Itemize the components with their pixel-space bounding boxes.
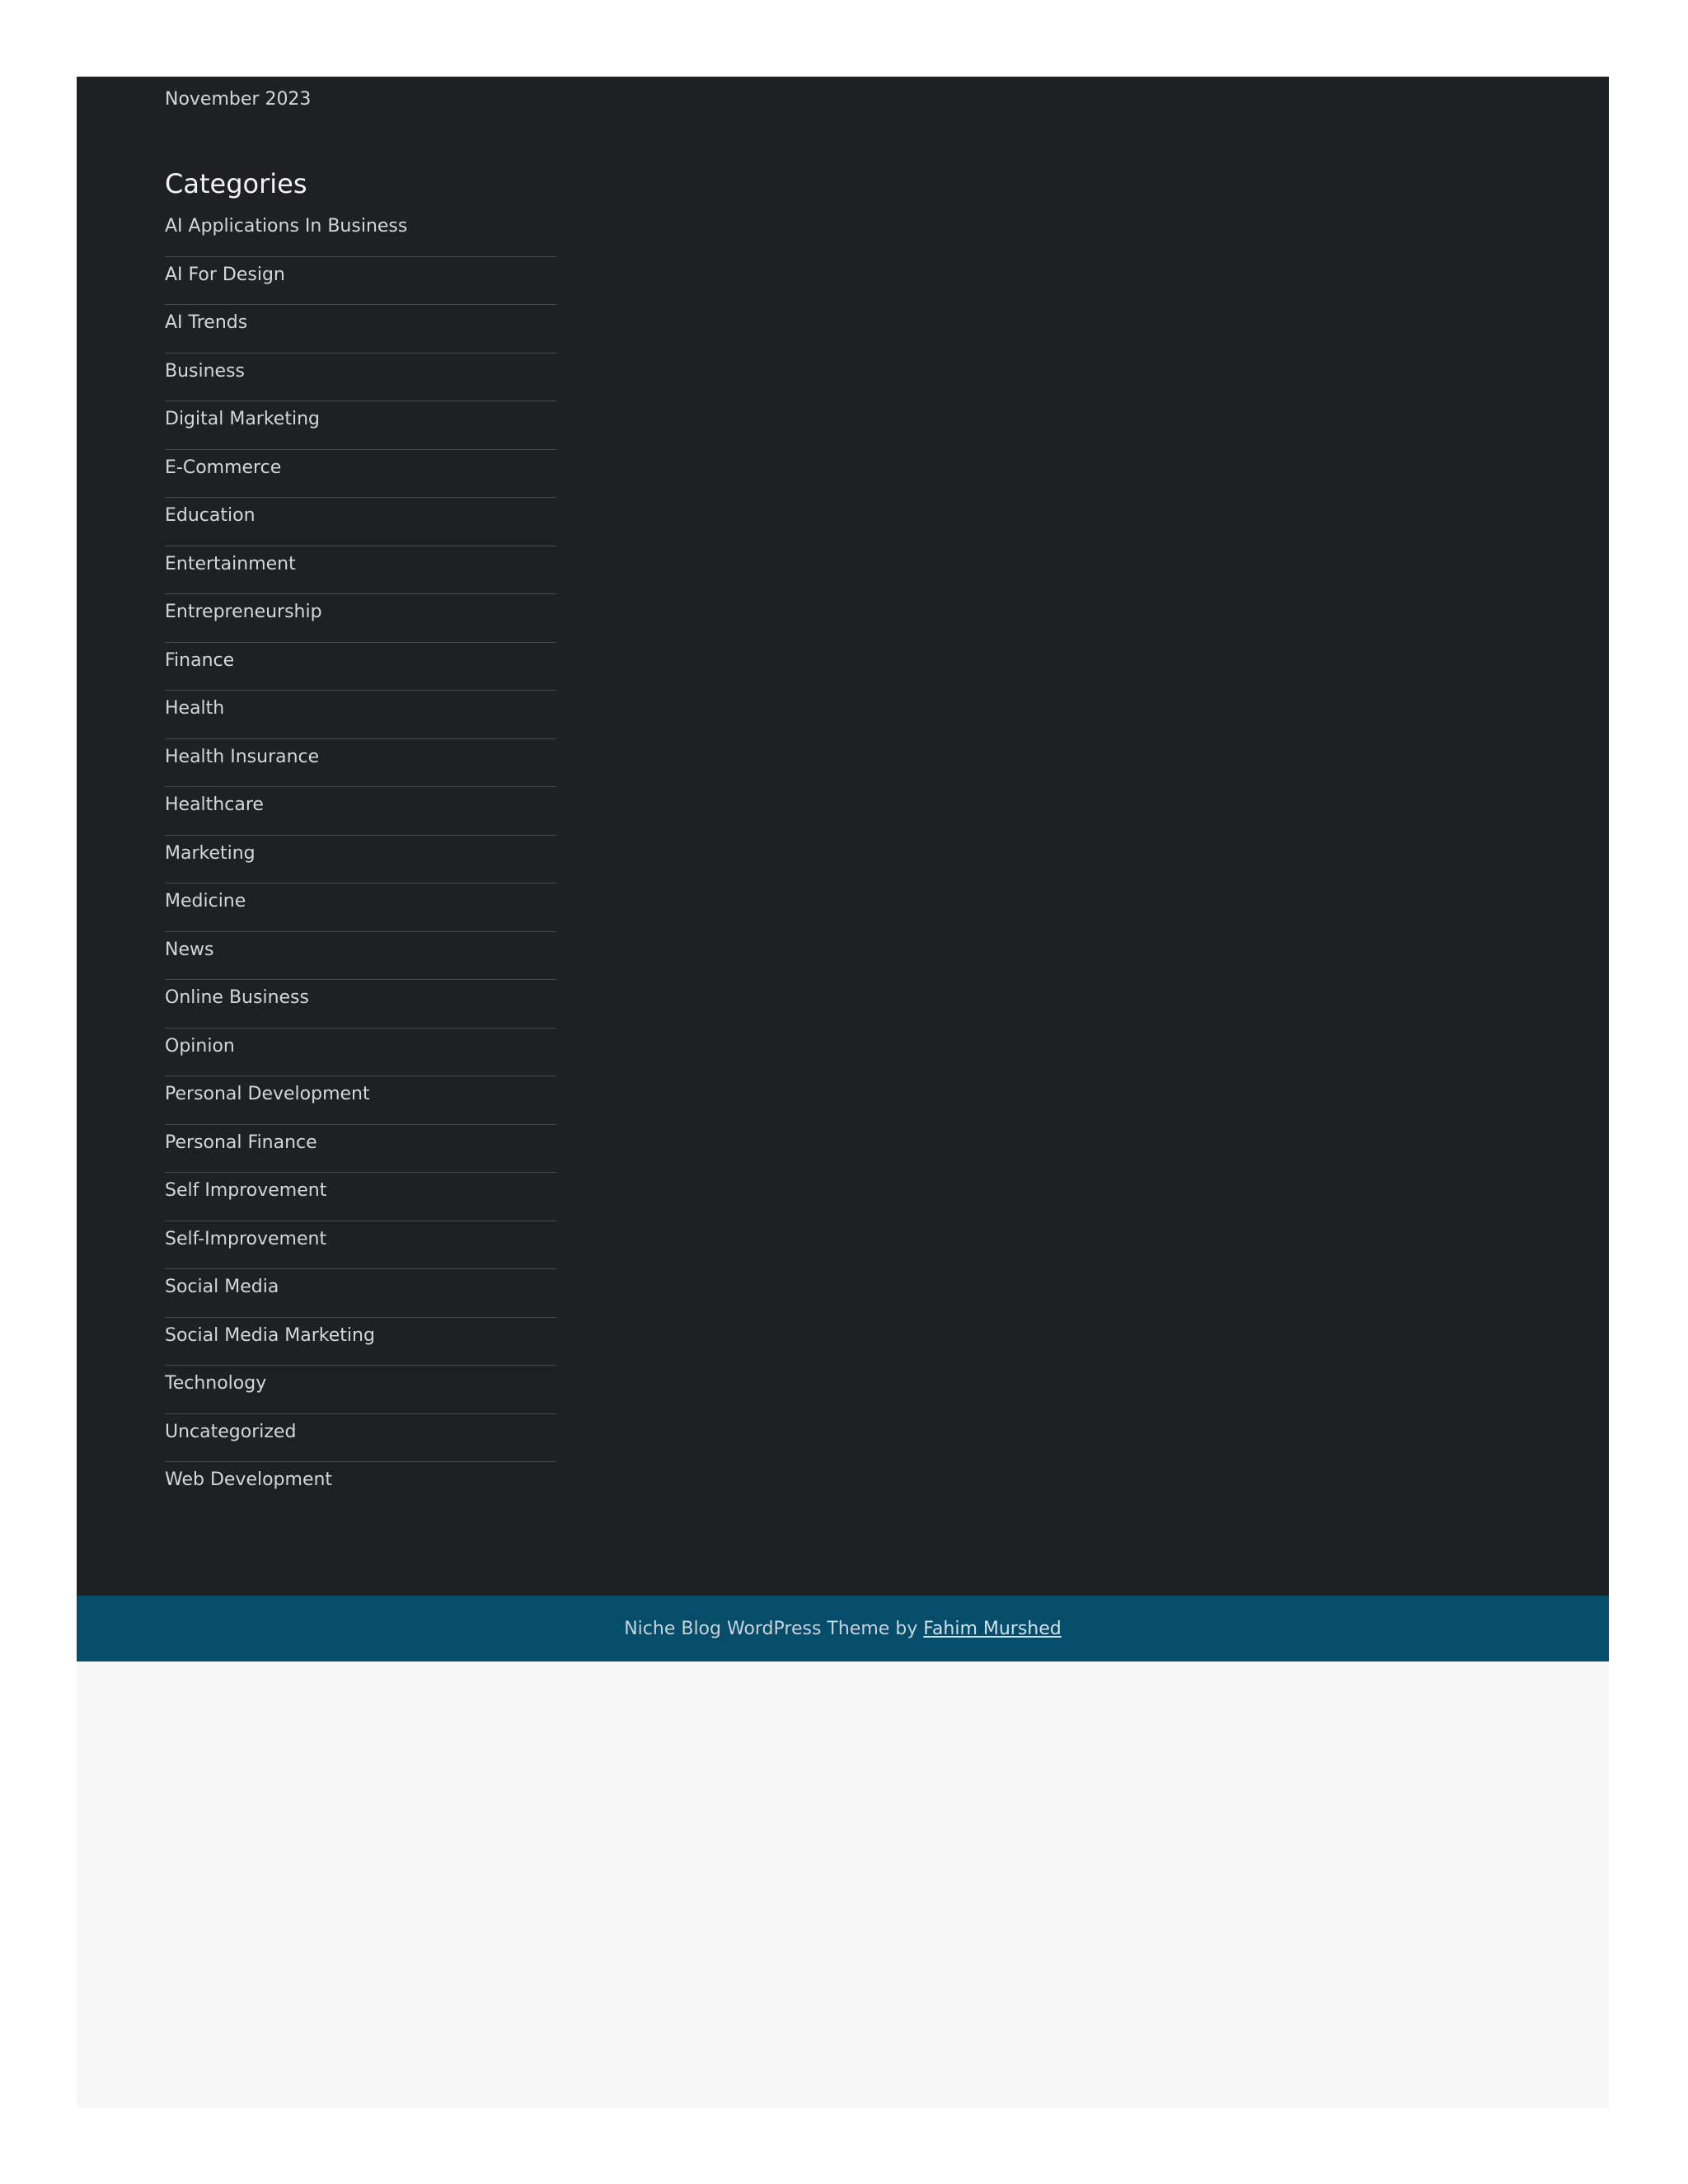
- footer-widget-area: November 2023 Categories AI Applications…: [77, 77, 1609, 1596]
- category-link[interactable]: AI Applications In Business: [165, 214, 407, 239]
- site-info-bar: Niche Blog WordPress Theme by Fahim Murs…: [77, 1596, 1609, 1661]
- category-link[interactable]: Personal Finance: [165, 1131, 317, 1155]
- category-link[interactable]: Self Improvement: [165, 1179, 326, 1203]
- category-item: Health Insurance: [165, 739, 556, 787]
- category-link[interactable]: Opinion: [165, 1034, 235, 1059]
- category-link[interactable]: Marketing: [165, 841, 256, 866]
- categories-widget-title: Categories: [165, 168, 307, 199]
- category-item: Social Media Marketing: [165, 1318, 556, 1366]
- category-link[interactable]: Personal Development: [165, 1082, 370, 1107]
- category-item: Personal Development: [165, 1076, 556, 1125]
- category-item: Education: [165, 498, 556, 546]
- category-link[interactable]: Health Insurance: [165, 745, 319, 770]
- category-item: AI Trends: [165, 305, 556, 354]
- category-item: Social Media: [165, 1269, 556, 1318]
- category-link[interactable]: Digital Marketing: [165, 407, 320, 432]
- category-item: Business: [165, 354, 556, 401]
- category-link[interactable]: AI Trends: [165, 311, 247, 335]
- category-link[interactable]: News: [165, 938, 213, 963]
- category-link[interactable]: Medicine: [165, 889, 246, 914]
- category-link[interactable]: Business: [165, 359, 245, 384]
- categories-list: AI Applications In Business AI For Desig…: [165, 209, 556, 1511]
- category-link[interactable]: Uncategorized: [165, 1420, 296, 1445]
- category-link[interactable]: Entertainment: [165, 552, 296, 577]
- category-item: Personal Finance: [165, 1125, 556, 1173]
- category-link[interactable]: Healthcare: [165, 793, 264, 818]
- category-link[interactable]: Entrepreneurship: [165, 600, 322, 625]
- category-item: News: [165, 932, 556, 980]
- category-item: Online Business: [165, 980, 556, 1029]
- theme-credit-text: Niche Blog WordPress Theme by: [624, 1618, 924, 1639]
- category-item: Self Improvement: [165, 1173, 556, 1221]
- category-item: AI Applications In Business: [165, 209, 556, 257]
- category-item: Marketing: [165, 836, 556, 883]
- category-link[interactable]: Education: [165, 504, 256, 528]
- category-item: Digital Marketing: [165, 401, 556, 450]
- category-item: Entrepreneurship: [165, 594, 556, 643]
- category-link[interactable]: Technology: [165, 1371, 266, 1396]
- category-item: E-Commerce: [165, 450, 556, 498]
- category-link[interactable]: Online Business: [165, 986, 309, 1010]
- category-link[interactable]: Web Development: [165, 1468, 332, 1493]
- category-link[interactable]: E-Commerce: [165, 456, 281, 480]
- category-item: Web Development: [165, 1462, 556, 1511]
- author-link[interactable]: Fahim Murshed: [923, 1619, 1061, 1639]
- category-item: AI For Design: [165, 257, 556, 305]
- category-item: Healthcare: [165, 787, 556, 836]
- category-link[interactable]: Health: [165, 696, 224, 721]
- category-item: Opinion: [165, 1029, 556, 1076]
- category-link[interactable]: Self-Improvement: [165, 1227, 326, 1252]
- category-link[interactable]: Social Media Marketing: [165, 1324, 375, 1348]
- category-item: Health: [165, 691, 556, 739]
- category-item: Finance: [165, 643, 556, 691]
- category-item: Uncategorized: [165, 1414, 556, 1462]
- category-item: Self-Improvement: [165, 1221, 556, 1269]
- category-item: Technology: [165, 1366, 556, 1414]
- category-link[interactable]: Social Media: [165, 1275, 279, 1300]
- category-link[interactable]: Finance: [165, 649, 234, 673]
- category-item: Entertainment: [165, 546, 556, 594]
- page-container: November 2023 Categories AI Applications…: [77, 77, 1609, 2107]
- category-item: Medicine: [165, 883, 556, 932]
- category-link[interactable]: AI For Design: [165, 263, 285, 288]
- archive-link[interactable]: November 2023: [165, 87, 311, 112]
